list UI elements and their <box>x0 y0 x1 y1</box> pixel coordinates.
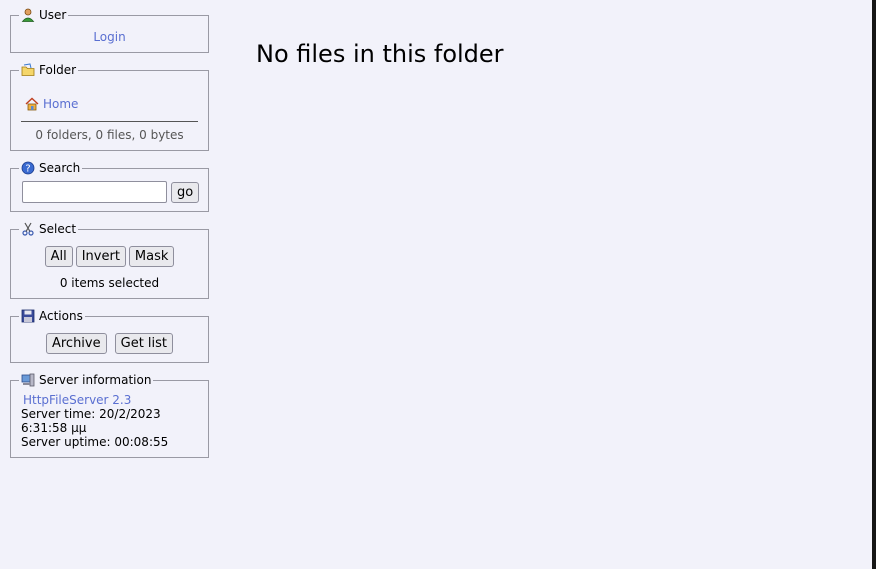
select-panel-title: Select <box>39 222 77 236</box>
home-link[interactable]: Home <box>43 97 78 111</box>
server-time: Server time: 20/2/2023 6:31:58 μμ <box>21 407 161 435</box>
folder-stats: 0 folders, 0 files, 0 bytes <box>35 128 184 142</box>
folder-panel-legend: Folder <box>19 63 78 77</box>
scissors-icon <box>21 222 35 236</box>
folder-panel: Folder Home 0 folders, 0 files, 0 bytes <box>10 63 209 151</box>
get-list-button[interactable]: Get list <box>114 333 174 354</box>
adjacent-window-edge <box>872 0 876 569</box>
search-go-button[interactable]: go <box>171 181 200 203</box>
select-panel: Select All Invert Mask 0 items selected <box>10 222 209 299</box>
search-input[interactable] <box>22 181 167 203</box>
home-entry[interactable]: Home <box>25 97 200 111</box>
invert-selection-button[interactable]: Invert <box>75 246 126 267</box>
sidebar: User Login Folder Home 0 folders, 0 file… <box>10 8 209 468</box>
server-uptime: Server uptime: 00:08:55 <box>21 435 169 449</box>
folder-panel-title: Folder <box>39 63 77 77</box>
svg-text:?: ? <box>25 164 30 175</box>
user-icon <box>21 8 35 22</box>
select-all-button[interactable]: All <box>44 246 73 267</box>
search-panel-legend: ? Search <box>19 161 82 175</box>
help-question-icon: ? <box>21 161 35 175</box>
floppy-disk-icon <box>21 309 35 323</box>
search-panel: ? Search go <box>10 161 209 212</box>
actions-panel-title: Actions <box>39 309 83 323</box>
home-icon <box>25 97 39 111</box>
user-panel: User Login <box>10 8 209 53</box>
archive-button[interactable]: Archive <box>45 333 107 354</box>
login-link[interactable]: Login <box>93 30 125 44</box>
select-panel-legend: Select <box>19 222 78 236</box>
server-version-link[interactable]: HttpFileServer 2.3 <box>23 393 131 407</box>
selection-status: 0 items selected <box>59 276 160 290</box>
actions-panel: Actions Archive Get list <box>10 309 209 363</box>
folder-divider <box>21 121 198 122</box>
actions-panel-legend: Actions <box>19 309 85 323</box>
server-info-panel: Server information HttpFileServer 2.3 Se… <box>10 373 209 458</box>
search-panel-title: Search <box>39 161 81 175</box>
mask-button[interactable]: Mask <box>128 246 175 267</box>
user-panel-title: User <box>39 8 67 22</box>
server-info-panel-legend: Server information <box>19 373 153 387</box>
server-computer-icon <box>21 373 35 387</box>
server-info-panel-title: Server information <box>39 373 152 387</box>
user-panel-legend: User <box>19 8 68 22</box>
folder-icon <box>21 63 35 77</box>
empty-folder-message: No files in this folder <box>256 40 504 68</box>
